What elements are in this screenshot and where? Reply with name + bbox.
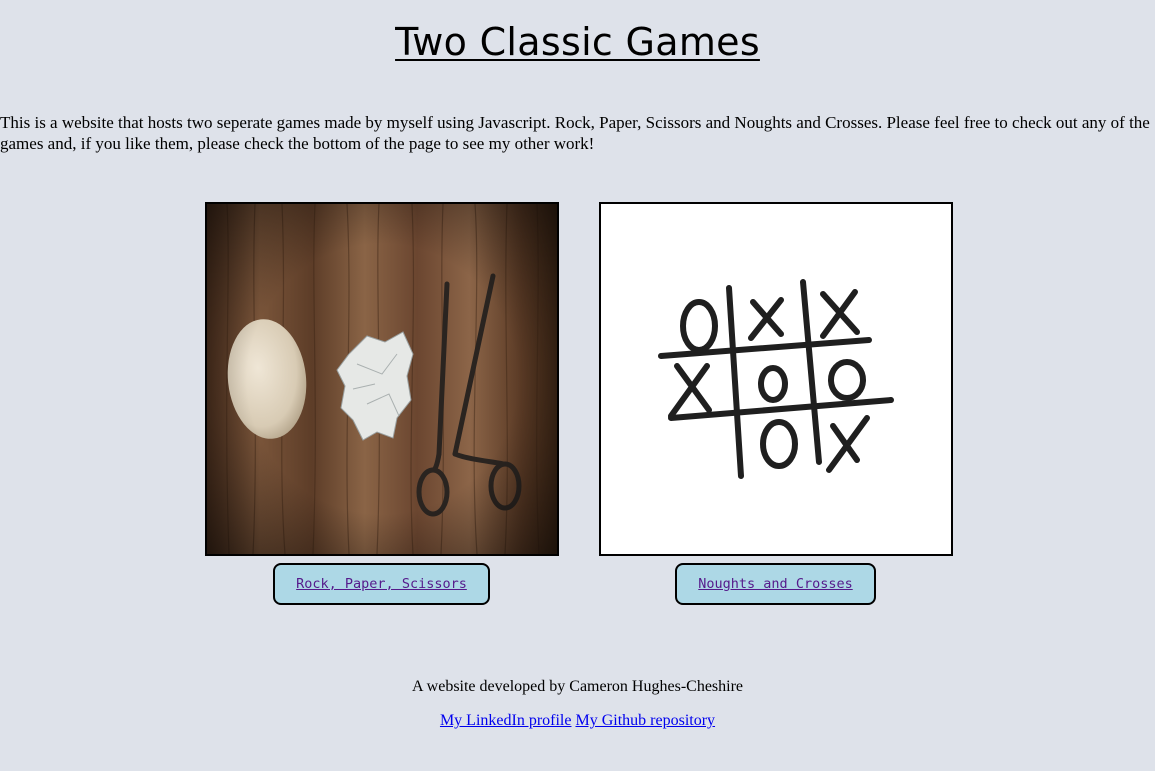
tic-tac-toe-drawing xyxy=(658,279,894,479)
page-title: Two Classic Games xyxy=(395,20,760,64)
github-link[interactable]: My Github repository xyxy=(575,712,715,729)
noughts-and-crosses-image[interactable] xyxy=(599,202,953,556)
rps-photo-illustration xyxy=(207,204,557,554)
noughts-and-crosses-link[interactable]: Noughts and Crosses xyxy=(698,576,852,592)
footer-links: My LinkedIn profile My Github repository xyxy=(0,712,1155,730)
rock-paper-scissors-button[interactable]: Rock, Paper, Scissors xyxy=(273,563,490,605)
footer-credit: A website developed by Cameron Hughes-Ch… xyxy=(411,678,744,695)
noughts-and-crosses-button[interactable]: Noughts and Crosses xyxy=(675,563,876,605)
intro-paragraph: This is a website that hosts two seperat… xyxy=(0,113,1150,153)
rock-paper-scissors-image[interactable] xyxy=(205,202,559,556)
linkedin-link[interactable]: My LinkedIn profile xyxy=(440,712,572,729)
rock-paper-scissors-link[interactable]: Rock, Paper, Scissors xyxy=(296,576,467,592)
